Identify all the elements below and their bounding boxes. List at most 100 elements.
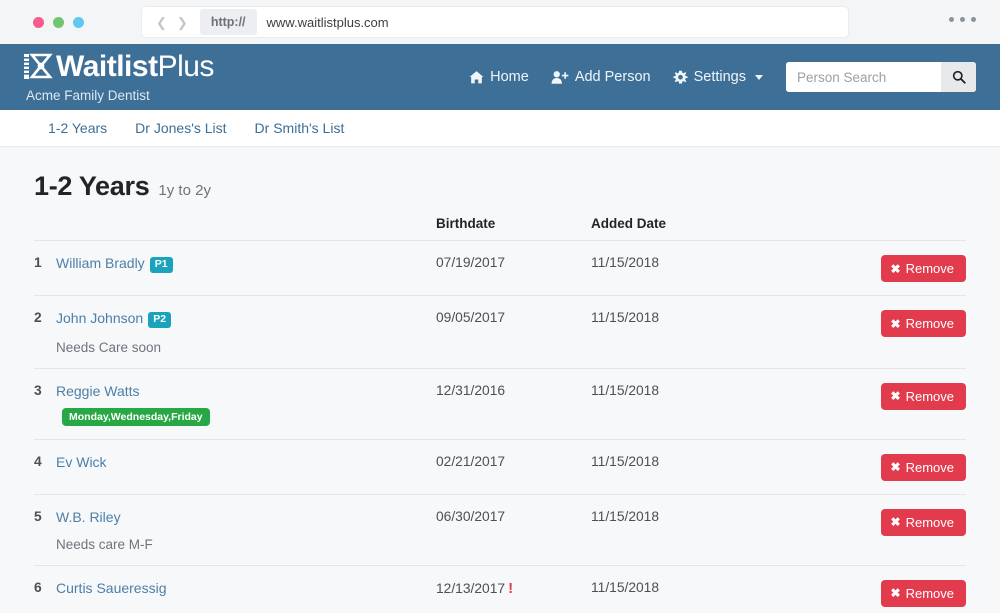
person-link[interactable]: Reggie Watts xyxy=(56,383,140,399)
person-link[interactable]: Curtis Saueressig xyxy=(56,580,167,596)
row-name-cell: John Johnson P2 Needs Care soon xyxy=(56,295,436,369)
row-name-cell: William Bradly P1 xyxy=(56,240,436,296)
table-row: 4 Ev Wick 02/21/2017 11/15/2018 ✖ Remove xyxy=(34,439,966,495)
row-actions: ✖ Remove xyxy=(776,368,966,440)
row-birthdate-value: 02/21/2017 xyxy=(436,453,506,469)
remove-button[interactable]: ✖ Remove xyxy=(880,508,966,536)
header-nav: Home Add Person Settings xyxy=(458,44,976,110)
person-link[interactable]: Ev Wick xyxy=(56,454,107,470)
priority-badge: P2 xyxy=(148,312,172,328)
nav-item-settings-label: Settings xyxy=(693,69,746,85)
close-x-icon: ✖ xyxy=(890,515,901,530)
remove-button-label: Remove xyxy=(905,388,954,404)
tab-1-2-years[interactable]: 1-2 Years xyxy=(34,120,121,136)
nav-item-add-person-label: Add Person xyxy=(574,69,651,85)
close-window-button[interactable] xyxy=(33,16,44,28)
row-birthdate: 09/05/2017 xyxy=(436,295,591,369)
row-birthdate-value: 12/13/2017 xyxy=(436,580,506,596)
app-header: WaitlistPlus Acme Family Dentist Home Ad… xyxy=(0,44,1000,110)
brand[interactable]: WaitlistPlus Acme Family Dentist xyxy=(24,51,214,103)
row-birthdate: 12/13/2017! xyxy=(436,565,591,613)
row-birthdate: 07/19/2017 xyxy=(436,240,591,296)
tab-dr-smith-list[interactable]: Dr Smith's List xyxy=(241,120,359,136)
remove-button[interactable]: ✖ Remove xyxy=(880,310,966,337)
nav-item-home-label: Home xyxy=(490,69,529,85)
kebab-menu-icon[interactable] xyxy=(949,17,976,22)
nav-item-add-person[interactable]: Add Person xyxy=(540,69,662,85)
person-link[interactable]: John Johnson xyxy=(56,310,143,326)
remove-button[interactable]: ✖ Remove xyxy=(880,453,966,481)
chevron-down-icon xyxy=(755,74,763,80)
row-actions: ✖ Remove xyxy=(776,494,966,566)
row-number: 5 xyxy=(34,494,56,566)
nav-item-settings[interactable]: Settings xyxy=(662,69,774,85)
alert-exclamation-icon: ! xyxy=(508,579,514,597)
search-icon xyxy=(952,70,966,84)
col-header-name xyxy=(56,210,436,241)
list-tabs: 1-2 Years Dr Jones's List Dr Smith's Lis… xyxy=(0,110,1000,147)
row-note: Needs care M-F xyxy=(56,536,153,552)
table-header-row: Birthdate Added Date xyxy=(34,210,966,241)
page-title: 1-2 Years xyxy=(34,171,150,201)
minimize-window-button[interactable] xyxy=(53,16,64,28)
row-birthdate-value: 06/30/2017 xyxy=(436,508,506,524)
tooth-scale-logo-icon xyxy=(24,53,53,79)
close-x-icon: ✖ xyxy=(890,316,901,331)
schedule-tag: Monday,Wednesday,Friday xyxy=(62,407,210,426)
row-name-cell: W.B. Riley Needs care M-F xyxy=(56,494,436,566)
priority-badge: P1 xyxy=(149,257,173,273)
row-birthdate: 06/30/2017 xyxy=(436,494,591,566)
forward-icon[interactable]: ❯ xyxy=(177,16,188,29)
search-button[interactable] xyxy=(941,62,976,92)
person-link[interactable]: William Bradly xyxy=(56,255,145,271)
row-note: Needs Care soon xyxy=(56,339,162,355)
remove-button-label: Remove xyxy=(905,514,954,530)
brand-name-bold: Waitlist xyxy=(56,49,158,83)
row-name-cell: Ev Wick xyxy=(56,439,436,495)
row-added-date: 11/15/2018 xyxy=(591,240,776,296)
row-birthdate: 12/31/2016 xyxy=(436,368,591,440)
row-added-date: 11/15/2018 xyxy=(591,565,776,613)
remove-button-label: Remove xyxy=(905,459,954,475)
row-added-date: 11/15/2018 xyxy=(591,439,776,495)
row-name-cell: Reggie Watts Monday,Wednesday,Friday xyxy=(56,368,436,440)
back-icon[interactable]: ❮ xyxy=(156,16,167,29)
col-header-actions xyxy=(776,210,966,241)
tab-dr-jones-list[interactable]: Dr Jones's List xyxy=(121,120,240,136)
row-actions: ✖ Remove xyxy=(776,439,966,495)
table-row: 3 Reggie Watts Monday,Wednesday,Friday 12/3… xyxy=(34,368,966,440)
row-birthdate-value: 09/05/2017 xyxy=(436,310,506,325)
row-added-date: 11/15/2018 xyxy=(591,494,776,566)
remove-button[interactable]: ✖ Remove xyxy=(880,382,966,410)
waitlist-rows: 1 William Bradly P1 07/19/2017 11/15/2018 ✖ Re… xyxy=(34,240,966,613)
table-row: 1 William Bradly P1 07/19/2017 11/15/2018 ✖ Re… xyxy=(34,240,966,296)
nav-item-home[interactable]: Home xyxy=(458,69,540,85)
person-add-icon xyxy=(551,70,569,84)
row-birthdate-value: 07/19/2017 xyxy=(436,255,506,270)
close-x-icon: ✖ xyxy=(890,460,901,475)
remove-button-label: Remove xyxy=(905,585,954,601)
row-number: 1 xyxy=(34,240,56,296)
close-x-icon: ✖ xyxy=(890,389,901,404)
address-bar[interactable]: ❮ ❯ http:// www.waitlistplus.com xyxy=(142,7,848,37)
page-content: 1-2 Years 1y to 2y Birthdate Added Date … xyxy=(0,147,1000,613)
url-text[interactable]: www.waitlistplus.com xyxy=(267,15,389,30)
row-number: 3 xyxy=(34,368,56,440)
remove-button[interactable]: ✖ Remove xyxy=(880,579,966,607)
row-actions: ✖ Remove xyxy=(776,565,966,613)
search-input[interactable] xyxy=(786,62,941,92)
remove-button[interactable]: ✖ Remove xyxy=(880,255,966,282)
row-number: 6 xyxy=(34,565,56,613)
row-name-cell: Curtis Saueressig xyxy=(56,565,436,613)
maximize-window-button[interactable] xyxy=(73,16,84,28)
table-row: 5 W.B. Riley Needs care M-F 06/30/2017 11/15… xyxy=(34,494,966,566)
search-group[interactable] xyxy=(786,62,976,92)
close-x-icon: ✖ xyxy=(890,586,901,601)
brand-name: WaitlistPlus xyxy=(56,49,214,83)
person-link[interactable]: W.B. Riley xyxy=(56,509,121,525)
remove-button-label: Remove xyxy=(905,261,954,276)
row-birthdate-value: 12/31/2016 xyxy=(436,382,506,398)
window-traffic-lights xyxy=(33,16,84,28)
page-subtitle: 1y to 2y xyxy=(158,182,211,199)
table-row: 6 Curtis Saueressig 12/13/2017! 11/15/2018 ✖… xyxy=(34,565,966,613)
